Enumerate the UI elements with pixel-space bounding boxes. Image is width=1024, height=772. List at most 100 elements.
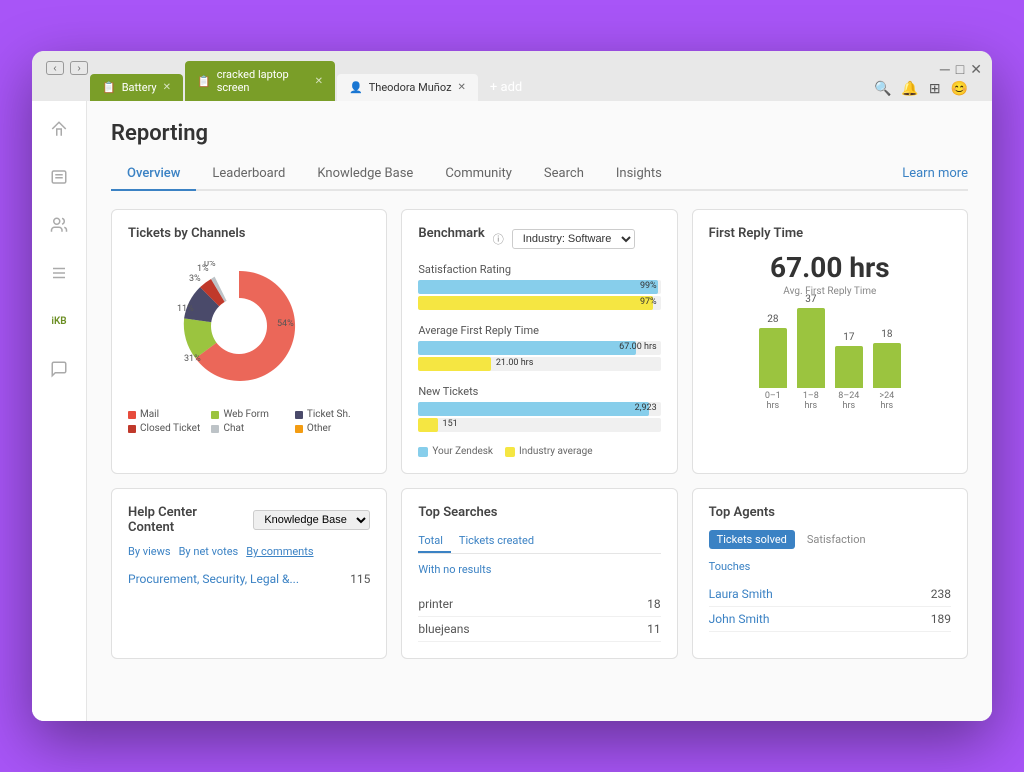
donut-chart-area: 54% 31% 11% 3% 1% 0% <box>128 251 370 401</box>
legend-mail: Mail <box>128 409 203 420</box>
tab-close-battery[interactable]: ✕ <box>163 82 171 93</box>
browser-tabs-container: 📋 Battery ✕ 📋 cracked laptop screen ✕ 👤 … <box>90 61 978 101</box>
tab-close-theodora[interactable]: ✕ <box>458 82 466 93</box>
ta-tab-satisfaction[interactable]: Satisfaction <box>799 530 874 549</box>
close-button[interactable]: ✕ <box>970 62 982 78</box>
sidebar-item-views[interactable] <box>43 257 75 289</box>
tab-leaderboard[interactable]: Leaderboard <box>196 158 301 189</box>
bar-8-24hrs: 17 8–24hrs <box>835 332 863 411</box>
ta-tab-tickets-solved[interactable]: Tickets solved <box>709 530 795 549</box>
sidebar-item-home[interactable] <box>43 113 75 145</box>
nav-tabs: Overview Leaderboard Knowledge Base Comm… <box>111 158 968 191</box>
browser-tab-cracked[interactable]: 📋 cracked laptop screen ✕ <box>185 61 335 101</box>
hcc-title: Help Center Content <box>128 505 245 535</box>
ts-tab-tickets-created[interactable]: Tickets created <box>451 530 542 553</box>
satisfaction-industry-fill <box>418 296 653 310</box>
tab-icon: 📋 <box>102 81 116 94</box>
hcc-select[interactable]: Knowledge Base <box>253 510 370 530</box>
page-title: Reporting <box>111 121 968 146</box>
forward-button[interactable]: › <box>70 61 88 75</box>
avg-reply-industry-fill <box>418 357 491 371</box>
new-tickets-zendesk-bar: 2,923 <box>418 402 660 416</box>
minimize-button[interactable]: ─ <box>940 61 950 78</box>
ta-sub-tabs: Touches <box>709 555 951 574</box>
tab-community[interactable]: Community <box>429 158 528 189</box>
webform-label: Web Form <box>223 409 268 420</box>
bar-gt24-label: >24hrs <box>879 391 894 411</box>
browser-tab-battery[interactable]: 📋 Battery ✕ <box>90 74 183 101</box>
channel-legend: Mail Web Form Ticket Sh. Closed Tic <box>128 409 370 434</box>
sidebar-item-tickets[interactable] <box>43 161 75 193</box>
tab-close-cracked[interactable]: ✕ <box>315 76 323 87</box>
first-reply-title: First Reply Time <box>709 226 951 241</box>
new-tickets-industry-fill <box>418 418 437 432</box>
ta-count-john: 189 <box>931 612 951 626</box>
benchmark-info-icon: ⓘ <box>493 231 504 247</box>
add-tab-button[interactable]: + add <box>480 74 532 101</box>
ts-tab-total[interactable]: Total <box>418 530 451 553</box>
hcc-tab-votes[interactable]: By net votes <box>179 543 239 560</box>
hcc-tab-comments[interactable]: By comments <box>246 543 313 560</box>
satisfaction-zendesk-bar: 99% <box>418 280 660 294</box>
other-dot <box>295 425 303 433</box>
satisfaction-section: Satisfaction Rating 99% 97% <box>418 263 660 310</box>
svg-text:11%: 11% <box>177 304 194 314</box>
first-reply-time-card: First Reply Time 67.00 hrs Avg. First Re… <box>692 209 968 474</box>
kb-label: iKB <box>51 316 66 327</box>
legend-webform: Web Form <box>211 409 286 420</box>
tickets-by-channels-card: Tickets by Channels <box>111 209 387 474</box>
bar-1-8-label: 1–8hrs <box>803 391 819 411</box>
bar-1-8-pct: 37 <box>805 294 816 305</box>
notifications-icon[interactable]: 🔔 <box>901 81 918 97</box>
hcc-tab-views[interactable]: By views <box>128 543 171 560</box>
sidebar-item-kb[interactable]: iKB <box>43 305 75 337</box>
sidebar-item-users[interactable] <box>43 209 75 241</box>
mail-dot <box>128 411 136 419</box>
ta-sub-tab-touches[interactable]: Touches <box>709 560 751 573</box>
tab-search[interactable]: Search <box>528 158 600 189</box>
new-tickets-industry-bar: 151 <box>418 418 660 432</box>
tab-knowledge-base[interactable]: Knowledge Base <box>301 158 429 189</box>
app-layout: iKB Reporting Overview Leaderboard Knowl… <box>32 101 992 721</box>
sidebar-item-chat[interactable] <box>43 353 75 385</box>
legend-ticketsh: Ticket Sh. <box>295 409 370 420</box>
new-tickets-label: New Tickets <box>418 385 660 398</box>
main-content: Reporting Overview Leaderboard Knowledge… <box>87 101 992 721</box>
donut-chart-svg: 54% 31% 11% 3% 1% 0% <box>169 261 329 391</box>
hcc-item-label[interactable]: Procurement, Security, Legal &... <box>128 572 299 586</box>
maximize-button[interactable]: □ <box>956 61 964 78</box>
apps-icon[interactable]: ⊞ <box>929 81 941 97</box>
ts-item-printer: printer 18 <box>418 592 660 617</box>
ts-query-printer: printer <box>418 597 453 611</box>
ts-sub-tab-no-results[interactable]: With no results <box>418 563 491 576</box>
window-nav-buttons: ‹ › <box>46 61 88 75</box>
ta-name-laura[interactable]: Laura Smith <box>709 587 773 601</box>
industry-select[interactable]: Industry: Software <box>512 229 635 249</box>
svg-text:3%: 3% <box>189 274 201 284</box>
learn-more-link[interactable]: Learn more <box>902 166 968 181</box>
new-tickets-section: New Tickets 2,923 151 <box>418 385 660 432</box>
avg-reply-zendesk-bar: 67.00 hrs <box>418 341 660 355</box>
tab-overview[interactable]: Overview <box>111 158 196 189</box>
avg-reply-industry-label: 21.00 hrs <box>496 358 534 368</box>
hcc-header: Help Center Content Knowledge Base <box>128 505 370 535</box>
browser-tab-theodora[interactable]: 👤 Theodora Muñoz ✕ <box>337 74 478 101</box>
legend-closed: Closed Ticket <box>128 423 203 434</box>
bar-0-1hrs: 28 0–1hrs <box>759 314 787 411</box>
top-agents-tabs: Tickets solved Satisfaction <box>709 530 951 549</box>
top-searches-tabs: Total Tickets created <box>418 530 660 554</box>
help-center-content-card: Help Center Content Knowledge Base By vi… <box>111 488 387 659</box>
closed-label: Closed Ticket <box>140 423 200 434</box>
window-chrome: ‹ › 📋 Battery ✕ 📋 cracked laptop screen … <box>32 51 992 101</box>
avg-reply-zendesk-fill <box>418 341 636 355</box>
user-avatar[interactable]: 😊 <box>951 81 968 97</box>
tab-insights[interactable]: Insights <box>600 158 678 189</box>
benchmark-title: Benchmark <box>418 226 484 241</box>
ts-query-bluejeans: bluejeans <box>418 622 469 636</box>
ticketsh-label: Ticket Sh. <box>307 409 351 420</box>
top-searches-title: Top Searches <box>418 505 660 520</box>
ta-name-john[interactable]: John Smith <box>709 612 770 626</box>
back-button[interactable]: ‹ <box>46 61 64 75</box>
search-toolbar-icon[interactable]: 🔍 <box>874 81 891 97</box>
bar-0-1-pct: 28 <box>767 314 778 325</box>
